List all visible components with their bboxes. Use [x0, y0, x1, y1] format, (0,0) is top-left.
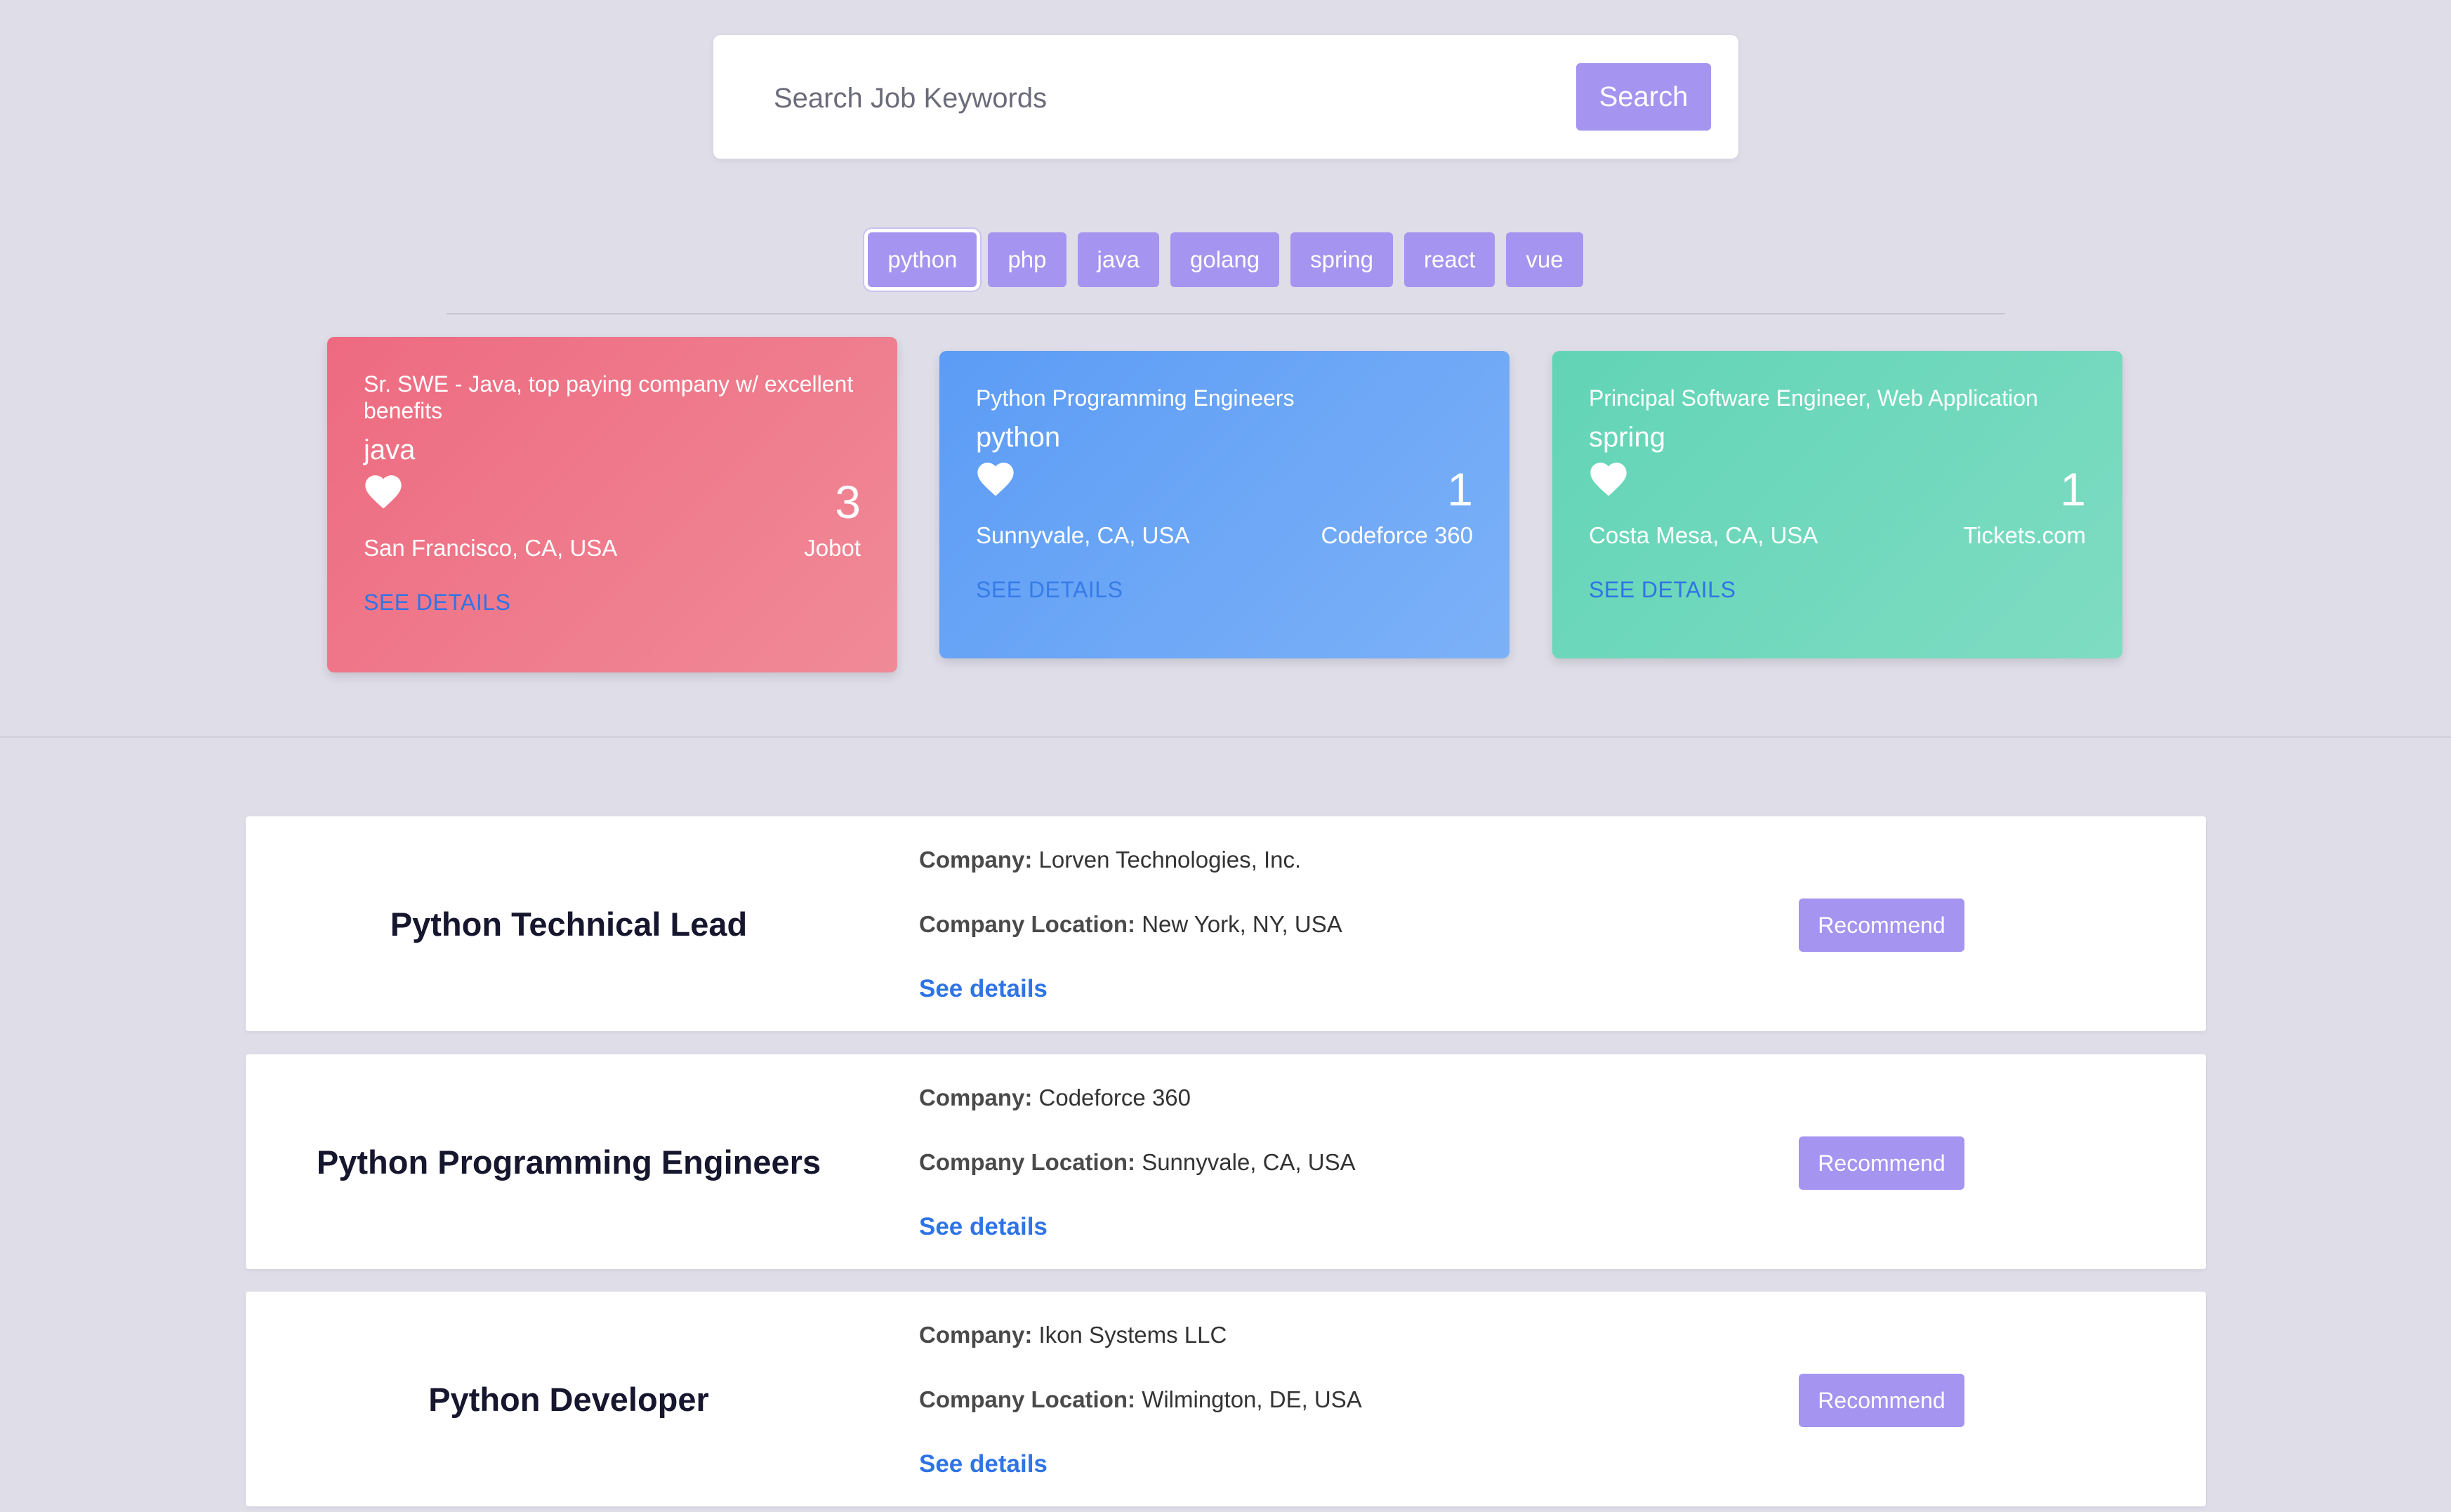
heart-icon[interactable]: [1589, 460, 1628, 497]
tag-java[interactable]: java: [1077, 232, 1160, 287]
card-company: Jobot: [804, 535, 861, 561]
card-title: Principal Software Engineer, Web Applica…: [1589, 385, 2038, 411]
like-count: 3: [835, 476, 861, 528]
location-label: Company Location:: [919, 1386, 1136, 1412]
keyword-tags: python php java golang spring react vue: [0, 232, 2451, 287]
company-label: Company:: [919, 1085, 1033, 1110]
location-label: Company Location:: [919, 1149, 1136, 1175]
card-title: Python Programming Engineers: [976, 385, 1295, 411]
tag-react[interactable]: react: [1404, 232, 1495, 287]
divider: [447, 313, 2005, 314]
search-box: Search: [713, 35, 1738, 159]
job-title: Python Technical Lead: [390, 905, 748, 943]
search-input[interactable]: [753, 66, 1553, 131]
card-tag: spring: [1589, 422, 1665, 453]
job-title: Python Developer: [428, 1380, 709, 1418]
heart-icon[interactable]: [976, 460, 1015, 497]
tag-python[interactable]: python: [868, 232, 977, 287]
see-details-link[interactable]: SEE DETAILS: [1589, 577, 1736, 603]
see-details-link[interactable]: See details: [919, 1450, 1048, 1478]
card-location: San Francisco, CA, USA: [364, 535, 618, 561]
card-company: Tickets.com: [1963, 522, 2086, 548]
job-list-row: Python Technical Lead Company: Lorven Te…: [246, 816, 2206, 1031]
card-company: Codeforce 360: [1321, 522, 1473, 548]
like-count: 1: [1447, 463, 1473, 515]
job-title: Python Programming Engineers: [316, 1143, 821, 1181]
company-location: New York, NY, USA: [1142, 911, 1342, 937]
company-name: Ikon Systems LLC: [1038, 1322, 1227, 1348]
see-details-link[interactable]: See details: [919, 1213, 1048, 1240]
see-details-link[interactable]: SEE DETAILS: [364, 590, 510, 616]
job-card: Sr. SWE - Java, top paying company w/ ex…: [327, 337, 897, 672]
search-button[interactable]: Search: [1576, 63, 1711, 131]
job-card: Principal Software Engineer, Web Applica…: [1552, 351, 2122, 658]
location-label: Company Location:: [919, 911, 1136, 937]
card-location: Costa Mesa, CA, USA: [1589, 522, 1818, 548]
see-details-link[interactable]: SEE DETAILS: [976, 577, 1123, 603]
recommend-button[interactable]: Recommend: [1799, 1374, 1964, 1427]
tag-golang[interactable]: golang: [1170, 232, 1280, 287]
company-label: Company:: [919, 847, 1033, 873]
company-location: Sunnyvale, CA, USA: [1142, 1149, 1356, 1175]
job-list-row: Python Developer Company: Ikon Systems L…: [246, 1292, 2206, 1506]
heart-icon[interactable]: [364, 473, 403, 510]
tag-vue[interactable]: vue: [1506, 232, 1583, 287]
recommend-button[interactable]: Recommend: [1799, 898, 1964, 952]
card-tag: java: [364, 435, 416, 465]
company-label: Company:: [919, 1322, 1033, 1348]
card-location: Sunnyvale, CA, USA: [976, 522, 1190, 548]
card-tag: python: [976, 422, 1061, 453]
tag-spring[interactable]: spring: [1290, 232, 1394, 287]
see-details-link[interactable]: See details: [919, 975, 1048, 1002]
like-count: 1: [2060, 463, 2086, 515]
company-name: Lorven Technologies, Inc.: [1038, 847, 1302, 873]
recommend-button[interactable]: Recommend: [1799, 1136, 1964, 1190]
job-list-row: Python Programming Engineers Company: Co…: [246, 1054, 2206, 1269]
job-card: Python Programming Engineers python 1 Su…: [939, 351, 1509, 658]
company-name: Codeforce 360: [1038, 1085, 1191, 1110]
tag-php[interactable]: php: [988, 232, 1066, 287]
card-title: Sr. SWE - Java, top paying company w/ ex…: [364, 371, 854, 423]
section-divider: [0, 736, 2451, 738]
company-location: Wilmington, DE, USA: [1142, 1386, 1362, 1412]
